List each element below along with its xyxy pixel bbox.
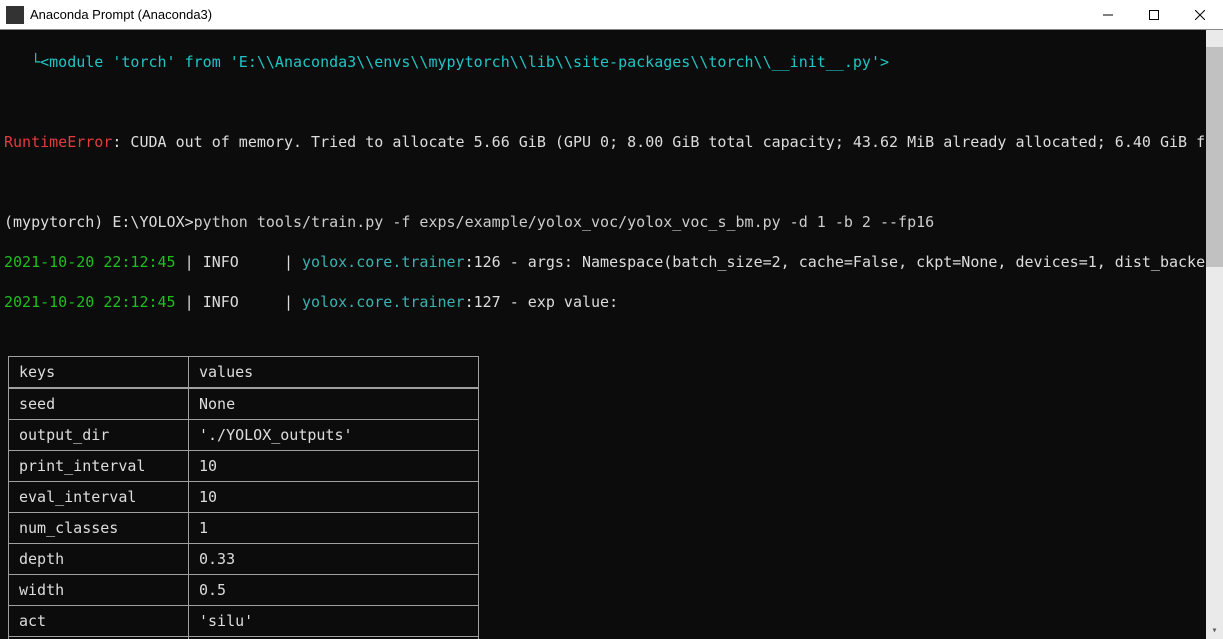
cell-value: None	[189, 388, 479, 420]
cell-key: eval_interval	[9, 482, 189, 513]
close-button[interactable]	[1177, 0, 1223, 30]
blank-line	[4, 172, 1223, 192]
error-line: RuntimeError: CUDA out of memory. Tried …	[4, 132, 1223, 152]
maximize-button[interactable]	[1131, 0, 1177, 30]
prompt-line: (mypytorch) E:\YOLOX>python tools/train.…	[4, 212, 1223, 232]
shell-command: python tools/train.py -f exps/example/yo…	[194, 213, 935, 231]
error-message: : CUDA out of memory. Tried to allocate …	[112, 133, 1223, 151]
log-level: INFO	[203, 293, 239, 311]
window-titlebar: Anaconda Prompt (Anaconda3)	[0, 0, 1223, 30]
table-row: num_classes1	[9, 513, 479, 544]
table-row: output_dir'./YOLOX_outputs'	[9, 420, 479, 451]
cell-key: depth	[9, 544, 189, 575]
window-title: Anaconda Prompt (Anaconda3)	[30, 7, 1085, 22]
header-values: values	[189, 357, 479, 389]
table-row: seedNone	[9, 388, 479, 420]
log-source: yolox.core.trainer	[302, 253, 465, 271]
log-message: - exp value:	[501, 293, 627, 311]
app-icon	[6, 6, 24, 24]
terminal-area[interactable]: └<module 'torch' from 'E:\\Anaconda3\\en…	[0, 30, 1223, 639]
log-timestamp: 2021-10-20 22:12:45	[4, 253, 176, 271]
table-row: eval_interval10	[9, 482, 479, 513]
log-line-1: 2021-10-20 22:12:45 | INFO | yolox.core.…	[4, 252, 1223, 272]
cell-key: num_classes	[9, 513, 189, 544]
error-label: RuntimeError	[4, 133, 112, 151]
table-header-row: keys values	[9, 357, 479, 389]
cell-value: './YOLOX_outputs'	[189, 420, 479, 451]
cell-value: 'silu'	[189, 606, 479, 637]
scroll-thumb[interactable]	[1206, 47, 1223, 267]
cell-key: width	[9, 575, 189, 606]
scroll-down-button[interactable]: ▾	[1206, 622, 1223, 639]
blank-line	[4, 92, 1223, 112]
log-message: - args: Namespace(batch_size=2, cache=Fa…	[501, 253, 1223, 271]
cell-value: 10	[189, 482, 479, 513]
cell-key: output_dir	[9, 420, 189, 451]
table-row: width0.5	[9, 575, 479, 606]
cell-value: 10	[189, 451, 479, 482]
table-row: depth0.33	[9, 544, 479, 575]
cell-value: 0.5	[189, 575, 479, 606]
table-row: print_interval10	[9, 451, 479, 482]
table-row: act'silu'	[9, 606, 479, 637]
scrollbar[interactable]: ▴ ▾	[1206, 30, 1223, 639]
header-keys: keys	[9, 357, 189, 389]
cell-value: 1	[189, 513, 479, 544]
cell-key: act	[9, 606, 189, 637]
exp-values-table: keys values seedNoneoutput_dir'./YOLOX_o…	[8, 356, 479, 639]
cell-key: print_interval	[9, 451, 189, 482]
traceback-line: └<module 'torch' from 'E:\\Anaconda3\\en…	[4, 52, 1223, 72]
cell-key: seed	[9, 388, 189, 420]
log-level: INFO	[203, 253, 239, 271]
cell-value: 0.33	[189, 544, 479, 575]
shell-prompt: (mypytorch) E:\YOLOX>	[4, 213, 194, 231]
log-source: yolox.core.trainer	[302, 293, 465, 311]
log-timestamp: 2021-10-20 22:12:45	[4, 293, 176, 311]
log-line-2: 2021-10-20 22:12:45 | INFO | yolox.core.…	[4, 292, 1223, 312]
minimize-button[interactable]	[1085, 0, 1131, 30]
